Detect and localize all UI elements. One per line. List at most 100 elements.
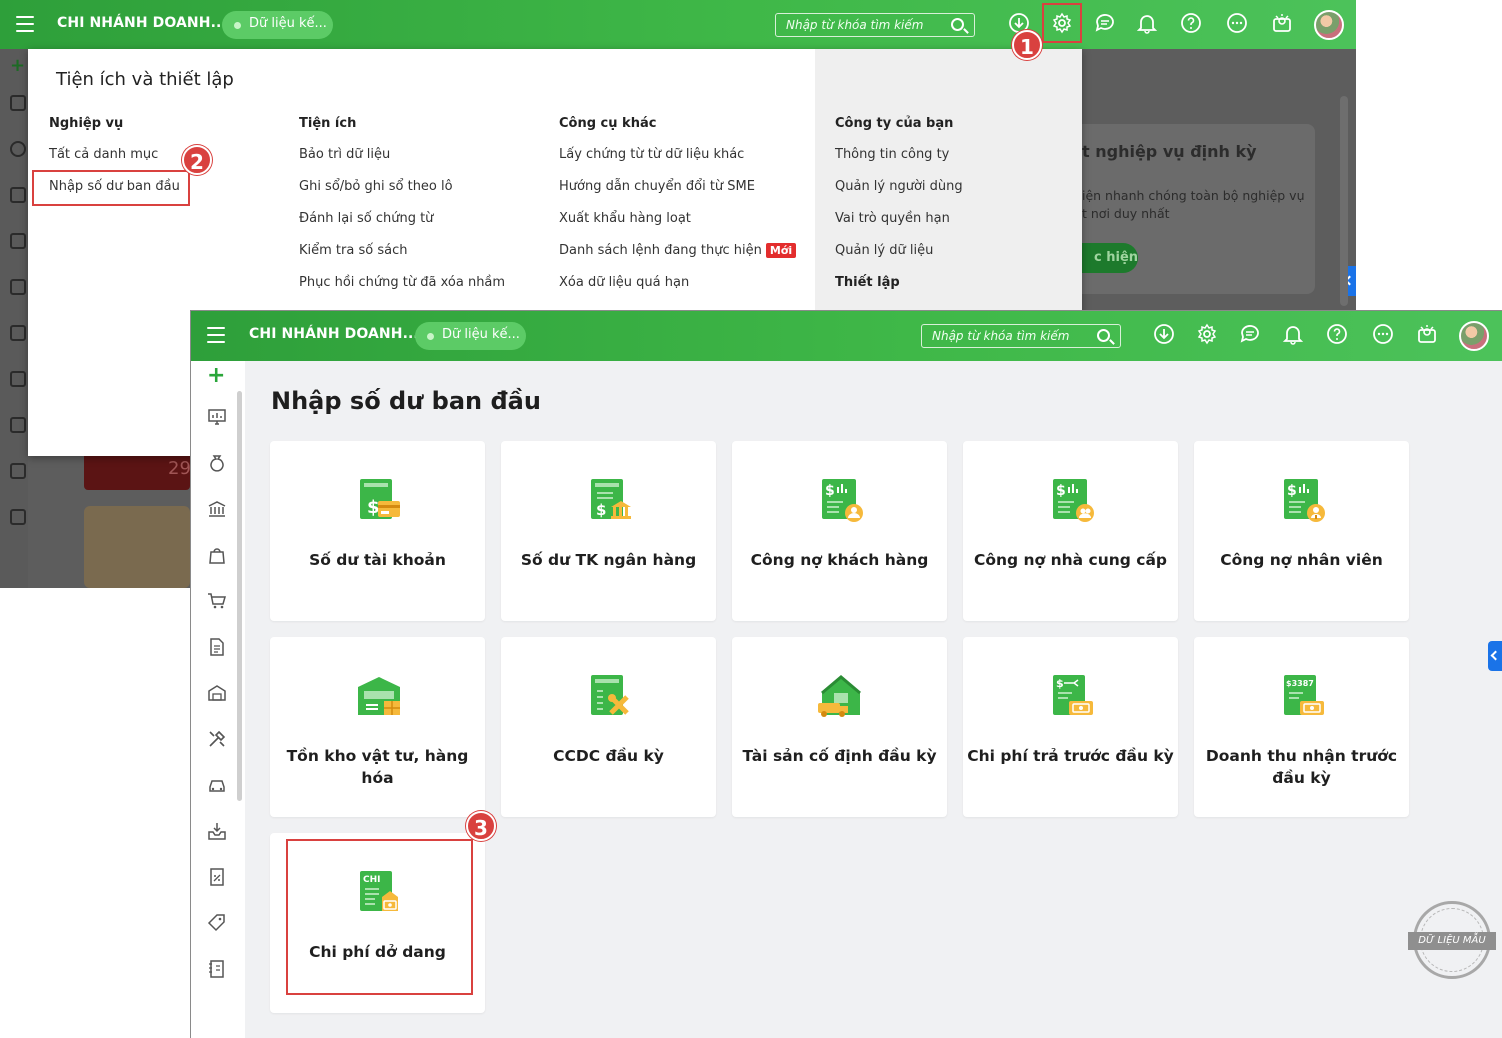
heading-nghiep-vu: Nghiệp vụ — [49, 116, 124, 131]
bank-icon[interactable] — [10, 187, 26, 203]
search-icon[interactable] — [1097, 329, 1110, 342]
bank-icon[interactable] — [207, 499, 227, 519]
card-employee-debt[interactable]: $ Công nợ nhân viên — [1194, 441, 1409, 621]
gear-icon[interactable] — [1196, 323, 1218, 345]
purchase-icon[interactable] — [10, 233, 26, 249]
branch-name[interactable]: CHI NHÁNH DOANH... — [249, 326, 419, 342]
bell-icon[interactable] — [1136, 12, 1158, 34]
menu-batch-posting[interactable]: Ghi sổ/bỏ ghi sổ theo lô — [299, 179, 453, 194]
menu-roles-permissions[interactable]: Vai trò quyền hạn — [835, 211, 950, 226]
card-prepaid-expense[interactable]: $ Chi phí trả trước đầu kỳ — [963, 637, 1178, 817]
menu-delete-expired-data[interactable]: Xóa dữ liệu quá hạn — [559, 275, 689, 290]
tools-nav-icon[interactable] — [207, 729, 227, 749]
menu-data-management[interactable]: Quản lý dữ liệu — [835, 243, 933, 258]
location-icon[interactable] — [1416, 323, 1438, 345]
menu-all-catalogs[interactable]: Tất cả danh mục — [49, 147, 158, 162]
invoice-icon[interactable] — [10, 325, 26, 341]
search-placeholder: Nhập từ khóa tìm kiếm — [932, 329, 1070, 343]
tax-icon[interactable] — [207, 867, 227, 887]
bell-icon[interactable] — [1282, 323, 1304, 345]
step-2-marker: 2 — [182, 145, 212, 175]
card-customer-debt[interactable]: $ Công nợ khách hàng — [732, 441, 947, 621]
invoice-icon[interactable] — [207, 637, 227, 657]
menu-restore-deleted[interactable]: Phục hồi chứng từ đã xóa nhầm — [299, 275, 505, 290]
svg-text:$: $ — [367, 497, 380, 518]
search-input[interactable]: Nhập từ khóa tìm kiếm — [775, 13, 975, 37]
sidebar-scrollbar[interactable] — [237, 391, 242, 801]
menu-company-info[interactable]: Thông tin công ty — [835, 147, 949, 162]
periodic-task-desc-1: iện nhanh chóng toàn bộ nghiệp vụ — [1082, 188, 1305, 203]
menu-batch-export[interactable]: Xuất khẩu hàng loạt — [559, 211, 691, 226]
menu-sme-conversion-guide[interactable]: Hướng dẫn chuyển đổi từ SME — [559, 179, 755, 194]
sample-data-label: DỮ LIỆU MẪU — [1408, 932, 1496, 950]
menu-running-jobs[interactable]: Danh sách lệnh đang thực hiện Mới — [559, 243, 797, 258]
menu-icon[interactable] — [207, 327, 225, 343]
highlight-gear — [1042, 3, 1082, 43]
branch-name[interactable]: CHI NHÁNH DOANH... — [57, 15, 227, 31]
warehouse-nav-icon[interactable] — [10, 371, 26, 387]
tray-icon[interactable] — [207, 821, 227, 841]
search-placeholder: Nhập từ khóa tìm kiếm — [786, 18, 924, 32]
menu-check-books[interactable]: Kiểm tra số sách — [299, 243, 407, 258]
card-account-balance[interactable]: $ Số dư tài khoản — [270, 441, 485, 621]
dashboard-icon[interactable] — [10, 95, 26, 111]
sample-data-stamp: DỮ LIỆU MẪU — [1408, 901, 1496, 979]
avatar[interactable] — [1459, 321, 1489, 351]
card-label: Công nợ nhà cung cấp — [973, 551, 1168, 569]
location-icon[interactable] — [1271, 12, 1293, 34]
heading-other-tools: Công cụ khác — [559, 116, 657, 131]
card-tools[interactable]: CCDC đầu kỳ — [501, 637, 716, 817]
ledger-icon[interactable] — [207, 959, 227, 979]
money-bag-icon[interactable] — [207, 453, 227, 473]
avatar[interactable] — [1314, 10, 1344, 40]
menu-import-from-other[interactable]: Lấy chứng từ từ dữ liệu khác — [559, 147, 744, 162]
car-icon[interactable] — [10, 463, 26, 479]
chat-icon[interactable] — [1239, 323, 1261, 345]
foreground-window: CHI NHÁNH DOANH... Dữ liệu kế... Nhập từ… — [190, 310, 1502, 1038]
promo-tile-2 — [84, 506, 190, 588]
add-icon[interactable]: + — [207, 365, 227, 387]
menu-running-jobs-label: Danh sách lệnh đang thực hiện — [559, 243, 762, 258]
help-icon[interactable] — [1326, 323, 1348, 345]
help-icon[interactable] — [1180, 12, 1202, 34]
collapse-panel-toggle[interactable] — [1488, 641, 1502, 671]
account-balance-icon: $ — [360, 479, 400, 519]
tray-icon[interactable] — [10, 509, 26, 525]
menu-data-maintenance[interactable]: Bảo trì dữ liệu — [299, 147, 390, 162]
promo-number: 29 — [168, 458, 191, 479]
search-input[interactable]: Nhập từ khóa tìm kiếm — [921, 324, 1121, 348]
tools-nav-icon[interactable] — [10, 417, 26, 433]
step-1-marker: 1 — [1012, 30, 1042, 60]
download-icon[interactable] — [1153, 323, 1175, 345]
card-supplier-debt[interactable]: $ Công nợ nhà cung cấp — [963, 441, 1178, 621]
card-fixed-assets[interactable]: Tài sản cố định đầu kỳ — [732, 637, 947, 817]
more-icon[interactable] — [1226, 12, 1248, 34]
car-icon[interactable] — [207, 775, 227, 795]
purchase-bag-icon[interactable] — [207, 545, 227, 565]
card-label: Số dư tài khoản — [309, 551, 446, 569]
money-bag-icon[interactable] — [10, 141, 26, 157]
card-deferred-revenue[interactable]: $3387 Doanh thu nhận trước đầu kỳ — [1194, 637, 1409, 817]
card-inventory[interactable]: Tồn kho vật tư, hàng hóa — [270, 637, 485, 817]
data-selector[interactable]: Dữ liệu kế... — [222, 11, 333, 39]
data-selector[interactable]: Dữ liệu kế... — [415, 322, 526, 350]
scrollbar[interactable] — [1340, 96, 1348, 306]
add-icon[interactable]: + — [10, 57, 26, 75]
bank-balance-icon: $ — [591, 479, 631, 519]
dashboard-icon[interactable] — [207, 407, 227, 427]
card-label: Số dư TK ngân hàng — [520, 551, 697, 569]
search-icon[interactable] — [951, 18, 964, 31]
tag-icon[interactable] — [207, 913, 227, 933]
warehouse-nav-icon[interactable] — [207, 683, 227, 703]
cart-icon[interactable] — [10, 279, 26, 295]
more-icon[interactable] — [1372, 323, 1394, 345]
data-selector-label: Dữ liệu kế... — [442, 327, 520, 342]
menu-user-management[interactable]: Quản lý người dùng — [835, 179, 963, 194]
card-label: CCDC đầu kỳ — [553, 747, 664, 765]
card-bank-balance[interactable]: $ Số dư TK ngân hàng — [501, 441, 716, 621]
menu-icon[interactable] — [16, 16, 34, 32]
warehouse-icon — [358, 677, 400, 715]
chat-icon[interactable] — [1094, 12, 1116, 34]
cart-icon[interactable] — [207, 591, 227, 611]
menu-renumber-vouchers[interactable]: Đánh lại số chứng từ — [299, 211, 433, 226]
